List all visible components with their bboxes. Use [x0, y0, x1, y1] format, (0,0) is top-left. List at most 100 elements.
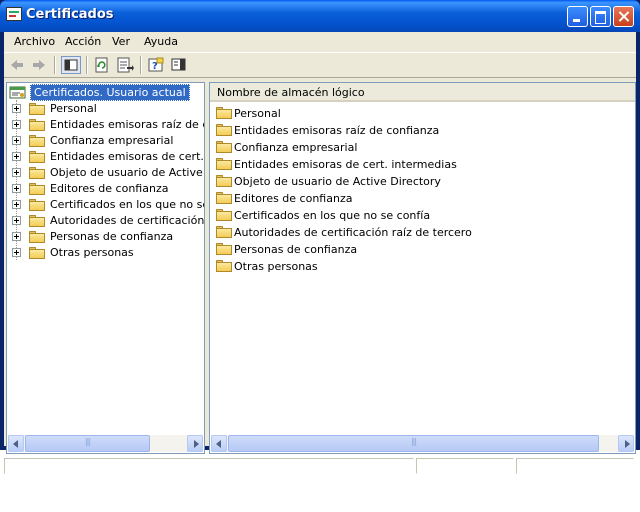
folder-icon: [216, 243, 232, 255]
expand-plus-icon[interactable]: [12, 136, 21, 145]
list-item-label: Certificados en los que no se confía: [234, 209, 431, 222]
column-header-label: Nombre de almacén lógico: [217, 86, 365, 99]
tree-item[interactable]: Personas de confianza: [7, 229, 204, 245]
help-icon[interactable]: ?: [146, 56, 166, 74]
tree-item[interactable]: Editores de confianza: [7, 181, 204, 197]
folder-icon: [216, 226, 232, 238]
tree-item-label: Editores de confianza: [50, 182, 169, 195]
title-bar[interactable]: Certificados: [0, 0, 640, 32]
folder-icon: [29, 119, 45, 131]
menu-archivo[interactable]: Archivo: [14, 35, 55, 48]
export-list-icon[interactable]: [115, 56, 135, 74]
menu-accion[interactable]: Acción: [65, 35, 101, 48]
list-item-label: Autoridades de certificación raíz de ter…: [234, 226, 472, 239]
scroll-right-icon[interactable]: [187, 435, 203, 452]
show-action-pane-icon[interactable]: [169, 56, 189, 74]
list-pane[interactable]: Nombre de almacén lógico Personal Entidad…: [209, 82, 636, 454]
expand-plus-icon[interactable]: [12, 168, 21, 177]
expand-plus-icon[interactable]: [12, 216, 21, 225]
tree-horizontal-scrollbar[interactable]: [8, 435, 203, 452]
toolbar: ?: [4, 52, 636, 78]
tree-item[interactable]: Otras personas: [7, 245, 204, 261]
tree-item-label: Autoridades de certificación raíz: [50, 214, 205, 227]
show-hide-tree-icon[interactable]: [61, 56, 81, 74]
expand-plus-icon[interactable]: [12, 200, 21, 209]
list-item-label: Otras personas: [234, 260, 318, 273]
certificate-console-icon: [6, 7, 22, 21]
tree-item-label: Certificados en los que no se co: [50, 198, 204, 211]
expand-plus-icon[interactable]: [12, 232, 21, 241]
forward-arrow-icon[interactable]: [29, 56, 49, 74]
tree-item-label: Otras personas: [50, 246, 134, 259]
tree-item-label: Personal: [50, 102, 97, 115]
certificates-root-icon: [9, 86, 26, 99]
tree-item-label: Personas de confianza: [50, 230, 174, 243]
folder-icon: [29, 215, 45, 227]
window-title: Certificados: [26, 7, 114, 22]
scroll-left-icon[interactable]: [211, 435, 227, 452]
list-item[interactable]: Otras personas: [214, 258, 624, 275]
column-header-name[interactable]: Nombre de almacén lógico: [210, 83, 635, 102]
certificates-window: Certificados Archivo Acción Ver Ayuda ? …: [0, 0, 640, 474]
list-item[interactable]: Entidades emisoras de cert. intermedias: [214, 156, 624, 173]
tree-item-label: Entidades emisoras raíz de confi: [50, 118, 204, 131]
expand-plus-icon[interactable]: [12, 152, 21, 161]
scroll-left-icon[interactable]: [8, 435, 24, 452]
folder-icon: [216, 192, 232, 204]
scrollbar-thumb[interactable]: [25, 435, 150, 452]
status-cell: [516, 458, 634, 474]
window-client-area: Archivo Acción Ver Ayuda ? Certificados.…: [4, 32, 636, 474]
menu-ayuda[interactable]: Ayuda: [144, 35, 178, 48]
folder-icon: [29, 199, 45, 211]
menu-ver[interactable]: Ver: [112, 35, 130, 48]
expand-plus-icon[interactable]: [12, 120, 21, 129]
list-item[interactable]: Certificados en los que no se confía: [214, 207, 624, 224]
tree-item[interactable]: Autoridades de certificación raíz: [7, 213, 204, 229]
tree-item-label: Objeto de usuario de Active Direc: [50, 166, 204, 179]
list-item[interactable]: Personal: [214, 105, 624, 122]
list-item-label: Entidades emisoras de cert. intermedias: [234, 158, 457, 171]
folder-icon: [29, 247, 45, 259]
list-item[interactable]: Objeto de usuario de Active Directory: [214, 173, 624, 190]
list-item[interactable]: Personas de confianza: [214, 241, 624, 258]
maximize-button[interactable]: [590, 6, 611, 27]
close-button[interactable]: [613, 6, 634, 27]
list-item-label: Personas de confianza: [234, 243, 358, 256]
scrollbar-thumb[interactable]: [228, 435, 599, 452]
expand-plus-icon[interactable]: [12, 248, 21, 257]
tree-root-label: Certificados. Usuario actual: [30, 84, 190, 101]
tree-item[interactable]: Entidades emisoras de cert. inte: [7, 149, 204, 165]
folder-icon: [216, 175, 232, 187]
refresh-icon[interactable]: [92, 56, 112, 74]
folder-icon: [216, 209, 232, 221]
minimize-button[interactable]: [567, 6, 588, 27]
expand-plus-icon[interactable]: [12, 184, 21, 193]
tree-item-label: Confianza empresarial: [50, 134, 174, 147]
folder-icon: [29, 231, 45, 243]
list-horizontal-scrollbar[interactable]: [211, 435, 634, 452]
folder-icon: [216, 124, 232, 136]
tree-pane[interactable]: Certificados. Usuario actual Personal Ent…: [6, 82, 205, 454]
folder-icon: [216, 141, 232, 153]
list-item-label: Personal: [234, 107, 281, 120]
tree-item[interactable]: Personal: [7, 101, 204, 117]
tree-item[interactable]: Entidades emisoras raíz de confi: [7, 117, 204, 133]
back-arrow-icon[interactable]: [7, 56, 27, 74]
toolbar-separator: [54, 56, 56, 74]
tree-item[interactable]: Objeto de usuario de Active Direc: [7, 165, 204, 181]
list-item[interactable]: Editores de confianza: [214, 190, 624, 207]
tree-item[interactable]: Confianza empresarial: [7, 133, 204, 149]
tree-item[interactable]: Certificados en los que no se co: [7, 197, 204, 213]
scroll-right-icon[interactable]: [618, 435, 634, 452]
status-cell: [416, 458, 514, 474]
list-item[interactable]: Autoridades de certificación raíz de ter…: [214, 224, 624, 241]
folder-icon: [29, 167, 45, 179]
folder-icon: [216, 158, 232, 170]
list-item[interactable]: Confianza empresarial: [214, 139, 624, 156]
list-item-label: Editores de confianza: [234, 192, 353, 205]
expand-plus-icon[interactable]: [12, 104, 21, 113]
folder-icon: [29, 103, 45, 115]
tree-item-label: Entidades emisoras de cert. inte: [50, 150, 204, 163]
list-item[interactable]: Entidades emisoras raíz de confianza: [214, 122, 624, 139]
list-item-label: Entidades emisoras raíz de confianza: [234, 124, 440, 137]
